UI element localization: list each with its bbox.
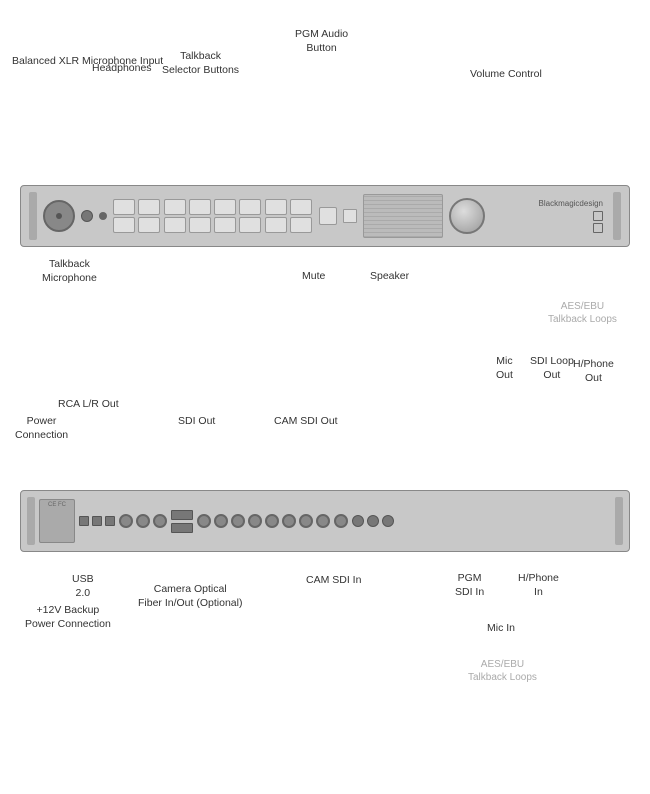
talkback-btn-9[interactable]	[113, 217, 135, 233]
port-2[interactable]	[92, 516, 102, 526]
talkback-btn-2[interactable]	[138, 199, 160, 215]
label-headphones: Headphones	[92, 62, 152, 74]
mute-button[interactable]	[343, 209, 357, 223]
talkback-btn-13[interactable]	[214, 217, 236, 233]
bnc-cam-group	[197, 514, 330, 528]
pgm-sdi-in-port[interactable]	[334, 514, 348, 528]
talkback-btn-7[interactable]	[265, 199, 287, 215]
brand-logo: Blackmagicdesign	[539, 199, 603, 208]
label-talkback-selector: TalkbackSelector Buttons	[162, 50, 239, 77]
label-aes-ebu-bottom: AES/EBUTalkback Loops	[468, 658, 537, 684]
diagram-container: Balanced XLR Microphone Input Headphones…	[0, 0, 650, 794]
port-3[interactable]	[105, 516, 115, 526]
label-hphone-in: H/PhoneIn	[518, 572, 559, 599]
small-ports	[79, 516, 115, 526]
label-speaker: Speaker	[370, 270, 409, 282]
label-pgm-audio: PGM AudioButton	[295, 28, 348, 55]
cam-bnc-1[interactable]	[197, 514, 211, 528]
mic-in-jack-2[interactable]	[382, 515, 394, 527]
label-talkback-mic: TalkbackMicrophone	[42, 258, 97, 285]
label-pgm-sdi-in: PGMSDI In	[455, 572, 484, 599]
bnc-3[interactable]	[153, 514, 167, 528]
label-rca-lr: RCA L/R Out	[58, 398, 119, 412]
cam-bnc-2[interactable]	[214, 514, 228, 528]
label-cam-sdi-in: CAM SDI In	[306, 574, 361, 586]
label-camera-optical: Camera OpticalFiber In/Out (Optional)	[138, 583, 242, 610]
optical-2[interactable]	[171, 523, 193, 533]
talkback-btn-16[interactable]	[290, 217, 312, 233]
optical-1[interactable]	[171, 510, 193, 520]
label-mute: Mute	[302, 270, 325, 282]
rear-left-bracket	[27, 497, 35, 545]
bnc-2[interactable]	[136, 514, 150, 528]
cam-bnc-5[interactable]	[265, 514, 279, 528]
headphone-jack	[81, 210, 93, 222]
talkback-btn-10[interactable]	[138, 217, 160, 233]
volume-knob[interactable]	[449, 198, 485, 234]
talkback-btn-4[interactable]	[189, 199, 211, 215]
talkback-btn-15[interactable]	[265, 217, 287, 233]
talkback-buttons	[113, 199, 313, 233]
speaker-grill	[363, 194, 443, 238]
label-hphone-out: H/PhoneOut	[573, 358, 614, 385]
indicator-led	[99, 212, 107, 220]
cam-bnc-8[interactable]	[316, 514, 330, 528]
label-plus12v: +12V BackupPower Connection	[25, 604, 111, 631]
talkback-btn-6[interactable]	[239, 199, 261, 215]
audio-jacks	[352, 515, 394, 527]
mic-in-jack[interactable]	[367, 515, 379, 527]
rear-panel: CE FC	[20, 490, 630, 552]
label-power-conn: PowerConnection	[15, 415, 68, 442]
bnc-1[interactable]	[119, 514, 133, 528]
bnc-group-1	[119, 514, 167, 528]
talkback-btn-8[interactable]	[290, 199, 312, 215]
label-mic-in: Mic In	[487, 622, 515, 634]
label-aes-ebu-top: AES/EBUTalkback Loops	[548, 300, 617, 326]
cam-bnc-4[interactable]	[248, 514, 262, 528]
label-volume-control: Volume Control	[470, 68, 542, 80]
talkback-btn-12[interactable]	[189, 217, 211, 233]
talkback-btn-3[interactable]	[164, 199, 186, 215]
front-panel: Blackmagicdesign	[20, 185, 630, 247]
pgm-button[interactable]	[319, 207, 337, 225]
cam-bnc-3[interactable]	[231, 514, 245, 528]
usb-port[interactable]	[79, 516, 89, 526]
cam-bnc-6[interactable]	[282, 514, 296, 528]
label-sdi-loop-out: SDI LoopOut	[530, 355, 574, 382]
label-cam-sdi-out: CAM SDI Out	[274, 415, 338, 427]
label-mic-out: MicOut	[496, 355, 513, 382]
talkback-btn-1[interactable]	[113, 199, 135, 215]
hphone-in-jack[interactable]	[352, 515, 364, 527]
power-inlet: CE FC	[39, 499, 75, 543]
left-bracket	[29, 192, 37, 240]
optical-ports	[171, 510, 193, 533]
logo-area: Blackmagicdesign	[491, 199, 607, 233]
talkback-btn-5[interactable]	[214, 199, 236, 215]
right-bracket	[613, 192, 621, 240]
talkback-btn-11[interactable]	[164, 217, 186, 233]
cam-bnc-7[interactable]	[299, 514, 313, 528]
rear-right-bracket	[615, 497, 623, 545]
label-usb2: USB2.0	[72, 573, 94, 600]
xlr-input	[43, 200, 75, 232]
talkback-btn-14[interactable]	[239, 217, 261, 233]
label-sdi-out: SDI Out	[178, 415, 215, 427]
